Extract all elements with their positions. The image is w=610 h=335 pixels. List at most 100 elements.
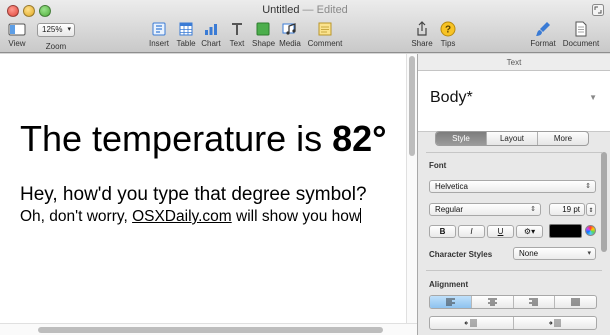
insert-icon bbox=[152, 22, 166, 36]
document-name: Untitled bbox=[262, 4, 300, 16]
tips-label: Tips bbox=[440, 39, 456, 48]
document-label: Document bbox=[562, 39, 600, 48]
chevron-down-icon: ▾ bbox=[587, 250, 591, 257]
document-line-1[interactable]: Hey, how'd you type that degree symbol? bbox=[20, 184, 367, 206]
document-status: Edited bbox=[316, 4, 348, 16]
share-button[interactable]: Share bbox=[410, 21, 434, 48]
fullscreen-icon[interactable] bbox=[592, 4, 604, 16]
vertical-scroll-thumb[interactable] bbox=[409, 56, 415, 156]
text-button[interactable]: Text bbox=[226, 21, 248, 48]
table-label: Table bbox=[176, 39, 196, 48]
table-button[interactable]: Table bbox=[175, 21, 197, 48]
osxdaily-link[interactable]: OSXDaily.com bbox=[132, 208, 232, 225]
document-heading[interactable]: The temperature is 82° bbox=[20, 118, 387, 160]
paragraph-style-name: Body* bbox=[430, 89, 473, 106]
character-styles-value: None bbox=[519, 249, 539, 258]
italic-button[interactable]: I bbox=[458, 225, 485, 238]
insert-button[interactable]: Insert bbox=[148, 21, 170, 48]
updown-arrows-icon: ⇕ bbox=[530, 206, 536, 213]
increase-indent-icon bbox=[548, 319, 561, 327]
font-size-value: 19 pt bbox=[562, 205, 580, 214]
format-inspector: Text Body* ▼ Style Layout More Font Helv… bbox=[418, 54, 610, 335]
zoom-value: 125% bbox=[42, 25, 63, 34]
stepper-arrows-icon: ⇕ bbox=[588, 208, 594, 214]
insert-label: Insert bbox=[148, 39, 169, 48]
align-justify-button[interactable] bbox=[555, 296, 596, 308]
chart-label: Chart bbox=[201, 39, 221, 48]
underline-button[interactable]: U bbox=[487, 225, 514, 238]
format-label: Format bbox=[530, 39, 556, 48]
comment-icon bbox=[318, 22, 332, 36]
share-icon bbox=[417, 21, 427, 36]
inspector-tabs: Style Layout More bbox=[435, 131, 589, 146]
align-right-button[interactable] bbox=[514, 296, 556, 308]
font-size-field[interactable]: 19 pt bbox=[549, 203, 585, 216]
text-label: Text bbox=[229, 39, 245, 48]
updown-arrows-icon: ⇕ bbox=[585, 183, 591, 190]
character-styles-select[interactable]: None ▾ bbox=[513, 247, 596, 260]
text-options-menu[interactable]: ⚙︎▾ bbox=[516, 225, 543, 238]
vertical-scrollbar[interactable] bbox=[406, 54, 417, 324]
character-styles-label: Character Styles bbox=[429, 250, 493, 259]
view-label: View bbox=[8, 39, 26, 48]
tab-layout[interactable]: Layout bbox=[487, 132, 538, 145]
horizontal-scroll-thumb[interactable] bbox=[38, 327, 383, 333]
align-justify-icon bbox=[571, 298, 581, 306]
decrease-indent-icon bbox=[464, 319, 478, 327]
align-left-button[interactable] bbox=[430, 296, 472, 308]
comment-label: Comment bbox=[307, 39, 343, 48]
chart-button[interactable]: Chart bbox=[200, 21, 222, 48]
svg-text:?: ? bbox=[445, 25, 451, 36]
media-icon bbox=[282, 23, 296, 35]
zoom-control[interactable]: 125% ▾ Zoom bbox=[36, 21, 76, 51]
tips-button[interactable]: ? Tips bbox=[437, 21, 459, 48]
document-line-2[interactable]: Oh, don't worry, OSXDaily.com will show … bbox=[20, 208, 362, 226]
inspector-scroll-thumb[interactable] bbox=[601, 152, 607, 252]
line2-prefix: Oh, don't worry, bbox=[20, 208, 133, 225]
shape-button[interactable]: Shape bbox=[252, 21, 275, 48]
tab-more[interactable]: More bbox=[538, 132, 588, 145]
document-canvas[interactable]: The temperature is 82° Hey, how'd you ty… bbox=[0, 54, 418, 335]
format-button[interactable]: Format bbox=[528, 21, 558, 48]
indent-buttons bbox=[429, 316, 597, 330]
text-box-icon bbox=[232, 23, 242, 35]
inspector-header: Text bbox=[418, 54, 610, 71]
font-section-label: Font bbox=[429, 161, 447, 170]
text-cursor bbox=[360, 208, 362, 223]
zoom-select[interactable]: 125% ▾ bbox=[37, 23, 75, 37]
shape-icon bbox=[256, 22, 270, 36]
alignment-section-label: Alignment bbox=[429, 280, 469, 289]
decrease-indent-button[interactable] bbox=[430, 317, 514, 329]
increase-indent-button[interactable] bbox=[514, 317, 597, 329]
window-toolbar: Untitled — Edited View 125% ▾ Zoom Insert… bbox=[0, 0, 610, 53]
section-divider bbox=[426, 152, 602, 153]
bold-button[interactable]: B bbox=[429, 225, 456, 238]
font-size-stepper[interactable]: ⇕ bbox=[586, 203, 596, 216]
document-button[interactable]: Document bbox=[561, 21, 601, 48]
view-icon bbox=[8, 23, 26, 36]
comment-button[interactable]: Comment bbox=[307, 21, 343, 48]
title-separator: — bbox=[299, 4, 317, 16]
table-icon bbox=[179, 22, 193, 36]
tab-style[interactable]: Style bbox=[436, 132, 487, 145]
color-wheel-icon[interactable] bbox=[585, 225, 596, 236]
share-label: Share bbox=[411, 39, 433, 48]
section-divider bbox=[426, 270, 602, 271]
horizontal-scrollbar[interactable] bbox=[0, 323, 417, 335]
text-color-well[interactable] bbox=[549, 224, 582, 238]
media-button[interactable]: Media bbox=[279, 21, 301, 48]
view-button[interactable]: View bbox=[6, 21, 28, 48]
align-center-icon bbox=[487, 298, 497, 306]
tips-icon: ? bbox=[440, 21, 456, 37]
font-weight-select[interactable]: Regular ⇕ bbox=[429, 203, 541, 216]
chart-icon bbox=[205, 24, 217, 35]
alignment-buttons bbox=[429, 295, 597, 309]
align-center-button[interactable] bbox=[472, 296, 514, 308]
chevron-down-icon: ▼ bbox=[589, 93, 597, 102]
paragraph-style-selector[interactable]: Body* ▼ bbox=[418, 71, 610, 132]
font-family-select[interactable]: Helvetica ⇕ bbox=[429, 180, 596, 193]
align-right-icon bbox=[529, 298, 539, 306]
align-left-icon bbox=[445, 298, 455, 306]
heading-bold-text: 82° bbox=[332, 118, 387, 159]
zoom-label: Zoom bbox=[45, 42, 67, 51]
